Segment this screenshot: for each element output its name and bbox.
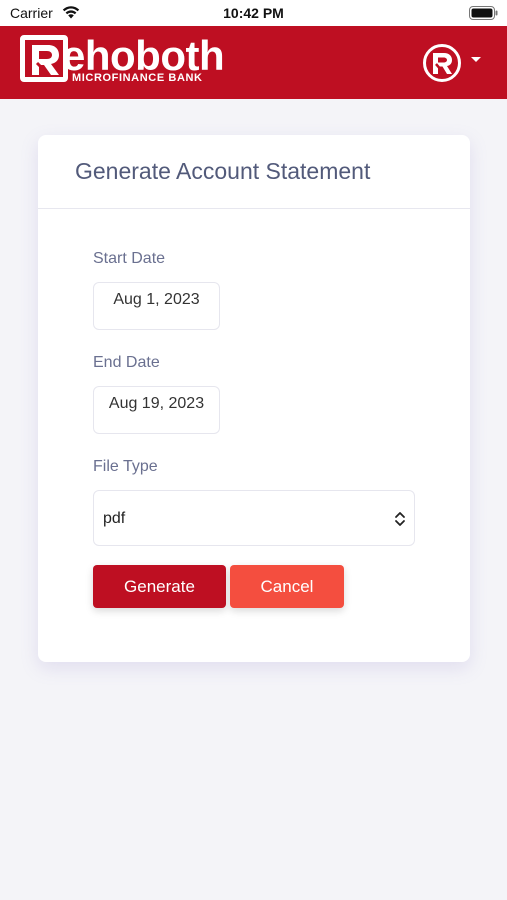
file-type-select[interactable]: pdf [93,490,415,546]
app-header: ehoboth MICROFINANCE BANK [0,26,507,99]
file-type-value: pdf [103,510,126,527]
status-bar: Carrier 10:42 PM [0,0,507,26]
end-date-picker[interactable]: Aug 19, 2023 [93,386,220,434]
end-date-value: Aug 19, 2023 [108,395,205,412]
status-time: 10:42 PM [223,5,284,21]
logo-avatar-icon [433,53,452,74]
battery-icon [469,6,498,20]
start-date-picker[interactable]: Aug 1, 2023 [93,282,220,330]
end-date-label: End Date [93,354,160,371]
logo-r-mark [20,35,68,82]
select-arrows-icon [395,512,405,526]
cancel-button[interactable]: Cancel [230,565,344,608]
chevron-down-icon [471,57,481,62]
file-type-label: File Type [93,458,158,475]
bank-logo: ehoboth MICROFINANCE BANK [20,32,240,91]
profile-menu-button[interactable] [421,42,487,84]
generate-button[interactable]: Generate [93,565,226,608]
card-header: Generate Account Statement [38,135,470,209]
start-date-label: Start Date [93,250,166,267]
page-title: Generate Account Statement [75,158,371,184]
start-date-value: Aug 1, 2023 [113,291,200,308]
statement-card: Generate Account Statement Start Date Au… [38,135,470,662]
avatar [423,44,461,82]
logo-subtitle: MICROFINANCE BANK [72,72,203,84]
